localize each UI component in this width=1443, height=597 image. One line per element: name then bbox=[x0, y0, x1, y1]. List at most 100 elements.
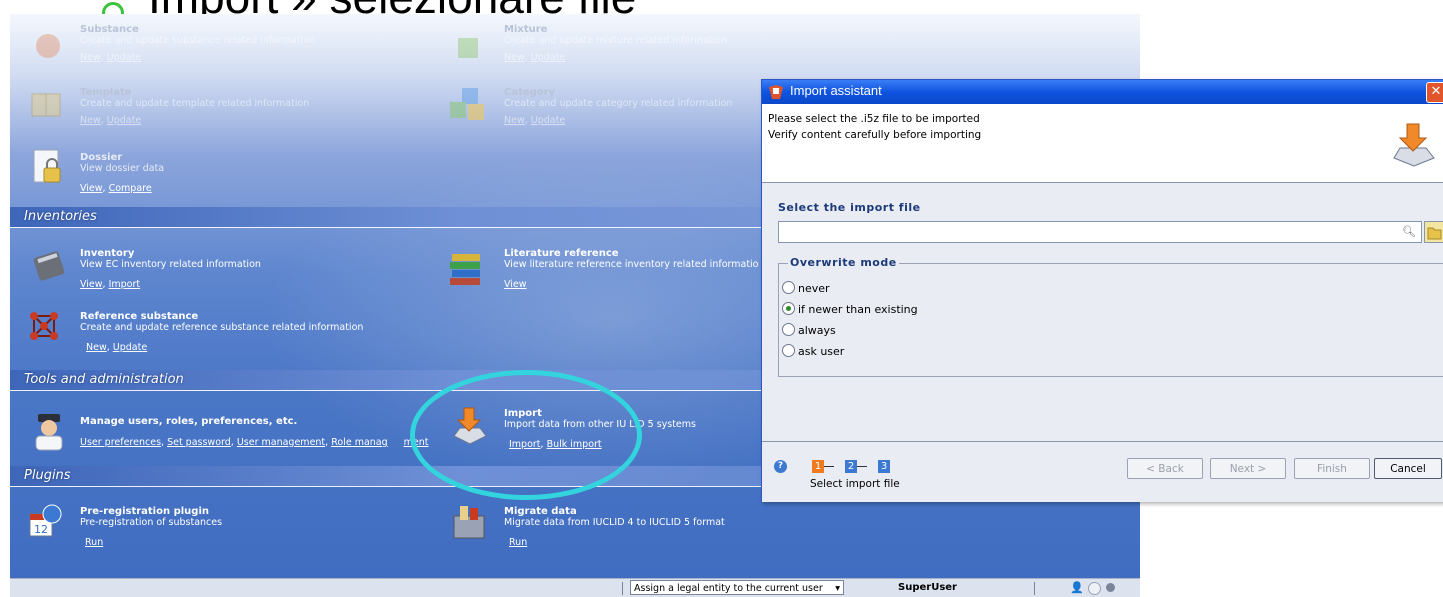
inventory-title: Inventory bbox=[80, 248, 135, 259]
literature-title: Literature reference bbox=[504, 248, 619, 259]
inventory-import-link[interactable]: Import bbox=[109, 279, 141, 290]
mixture-update-link[interactable]: Update bbox=[531, 52, 565, 63]
header-instruction: Please select the .i5z file to be import… bbox=[768, 113, 980, 125]
migrate-title: Migrate data bbox=[504, 506, 577, 517]
radio-label: never bbox=[798, 282, 830, 295]
template-new-link[interactable]: New bbox=[80, 115, 101, 126]
import-file-input[interactable] bbox=[778, 221, 1422, 243]
inventory-view-link[interactable]: View bbox=[80, 279, 103, 290]
user-preferences-link[interactable]: User preferences bbox=[80, 437, 161, 448]
inventory-desc: View EC inventory related information bbox=[80, 259, 261, 270]
status-separator bbox=[622, 582, 623, 595]
prereg-desc: Pre-registration of substances bbox=[80, 517, 223, 528]
dialog-footer: ? 1 2 3 Select import file < Back Next >… bbox=[762, 441, 1443, 502]
back-button[interactable]: < Back bbox=[1127, 458, 1203, 479]
current-user: SuperUser bbox=[898, 582, 957, 593]
dialog-header: Please select the .i5z file to be import… bbox=[762, 104, 1443, 183]
radio-button-selected[interactable] bbox=[782, 302, 795, 315]
radio-ask-user[interactable]: ask user bbox=[782, 344, 844, 358]
substance-icon bbox=[30, 28, 66, 64]
substance-update-link[interactable]: Update bbox=[107, 52, 141, 63]
mixture-new-link[interactable]: New bbox=[504, 52, 525, 63]
app-logo-icon bbox=[768, 84, 784, 100]
dossier-view-link[interactable]: View bbox=[80, 183, 103, 194]
template-desc: Create and update template related infor… bbox=[80, 98, 310, 109]
legal-entity-select[interactable]: Assign a legal entity to the current use… bbox=[630, 580, 844, 595]
mixture-title: Mixture bbox=[504, 24, 548, 35]
reference-update-link[interactable]: Update bbox=[113, 342, 147, 353]
substance-item: Substance Create and update substance re… bbox=[80, 24, 316, 63]
template-update-link[interactable]: Update bbox=[107, 115, 141, 126]
dossier-icon bbox=[30, 148, 66, 184]
reference-substance-icon bbox=[26, 308, 62, 344]
folder-icon bbox=[1427, 227, 1442, 240]
close-button[interactable]: ✕ bbox=[1426, 82, 1443, 103]
radio-label: if newer than existing bbox=[798, 303, 918, 316]
radio-if-newer[interactable]: if newer than existing bbox=[782, 302, 918, 316]
reference-desc: Create and update reference substance re… bbox=[80, 322, 364, 333]
import-assistant-dialog: Import assistant ✕ Please select the .i5… bbox=[761, 79, 1443, 502]
dialog-titlebar[interactable]: Import assistant ✕ bbox=[762, 80, 1443, 104]
literature-desc: View literature reference inventory rela… bbox=[504, 259, 759, 270]
category-update-link[interactable]: Update bbox=[531, 115, 565, 126]
dossier-title: Dossier bbox=[80, 152, 123, 163]
migrate-icon bbox=[450, 502, 486, 539]
literature-icon bbox=[448, 250, 484, 286]
section-divider bbox=[10, 390, 770, 391]
category-desc: Create and update category related infor… bbox=[504, 98, 733, 109]
close-icon: ✕ bbox=[1430, 84, 1442, 99]
overwrite-mode-group bbox=[778, 263, 1443, 377]
radio-never[interactable]: never bbox=[782, 281, 830, 295]
mixture-icon bbox=[450, 28, 486, 64]
step-1-indicator: 1 bbox=[812, 460, 824, 473]
manage-users-item: Manage users, roles, preferences, etc. U… bbox=[80, 416, 429, 448]
preregistration-item: Pre-registration plugin Pre-registration… bbox=[80, 506, 222, 548]
manage-title: Manage users, roles, preferences, etc. bbox=[80, 416, 298, 427]
mixture-desc: Create and update mixture related inform… bbox=[504, 35, 728, 46]
category-item: Category Create and update category rela… bbox=[504, 87, 733, 126]
step-3-indicator: 3 bbox=[878, 460, 890, 473]
radio-button[interactable] bbox=[782, 323, 795, 336]
dossier-compare-link[interactable]: Compare bbox=[109, 183, 152, 194]
category-title: Category bbox=[504, 87, 556, 98]
reference-substance-item: Reference substance Create and update re… bbox=[80, 311, 364, 353]
dossier-item: Dossier View dossier data View, Compare bbox=[80, 152, 165, 194]
legal-entity-value: Assign a legal entity to the current use… bbox=[634, 583, 823, 594]
finish-button[interactable]: Finish bbox=[1294, 458, 1370, 479]
substance-desc: Create and update substance related info… bbox=[80, 35, 316, 46]
radio-always[interactable]: always bbox=[782, 323, 836, 337]
inventory-item: Inventory View EC inventory related info… bbox=[80, 248, 261, 290]
migrate-run-link[interactable]: Run bbox=[509, 537, 527, 548]
literature-item: Literature reference View literature ref… bbox=[504, 248, 759, 290]
status-separator bbox=[1034, 582, 1035, 595]
user-admin-icon bbox=[30, 410, 66, 451]
template-title: Template bbox=[80, 87, 132, 98]
cancel-button[interactable]: Cancel bbox=[1374, 458, 1442, 479]
reference-title: Reference substance bbox=[80, 311, 199, 322]
select-file-label: Select the import file bbox=[778, 201, 921, 214]
search-icon[interactable]: 🔍︎ bbox=[1402, 225, 1416, 238]
template-icon bbox=[28, 86, 64, 122]
substance-new-link[interactable]: New bbox=[80, 52, 101, 63]
prereg-run-link[interactable]: Run bbox=[85, 537, 103, 548]
reference-new-link[interactable]: New bbox=[86, 342, 107, 353]
step-2-indicator: 2 bbox=[845, 460, 857, 473]
next-button[interactable]: Next > bbox=[1210, 458, 1286, 479]
radio-label: always bbox=[798, 324, 836, 337]
inventory-icon bbox=[32, 248, 68, 284]
dialog-title: Import assistant bbox=[790, 83, 882, 98]
substance-title: Substance bbox=[80, 24, 139, 35]
status-light-icon bbox=[1106, 583, 1115, 592]
category-new-link[interactable]: New bbox=[504, 115, 525, 126]
category-icon bbox=[448, 84, 484, 120]
literature-view-link[interactable]: View bbox=[504, 279, 527, 290]
radio-button[interactable] bbox=[782, 281, 795, 294]
template-item: Template Create and update template rela… bbox=[80, 87, 310, 126]
help-icon[interactable]: ? bbox=[774, 460, 787, 473]
radio-label: ask user bbox=[798, 345, 845, 358]
dialog-body: Select the import file 🔍︎ Overwrite mode… bbox=[762, 183, 1443, 441]
user-management-link[interactable]: User management bbox=[237, 437, 325, 448]
radio-button[interactable] bbox=[782, 344, 795, 357]
browse-folder-button[interactable] bbox=[1424, 221, 1443, 243]
set-password-link[interactable]: Set password bbox=[167, 437, 231, 448]
